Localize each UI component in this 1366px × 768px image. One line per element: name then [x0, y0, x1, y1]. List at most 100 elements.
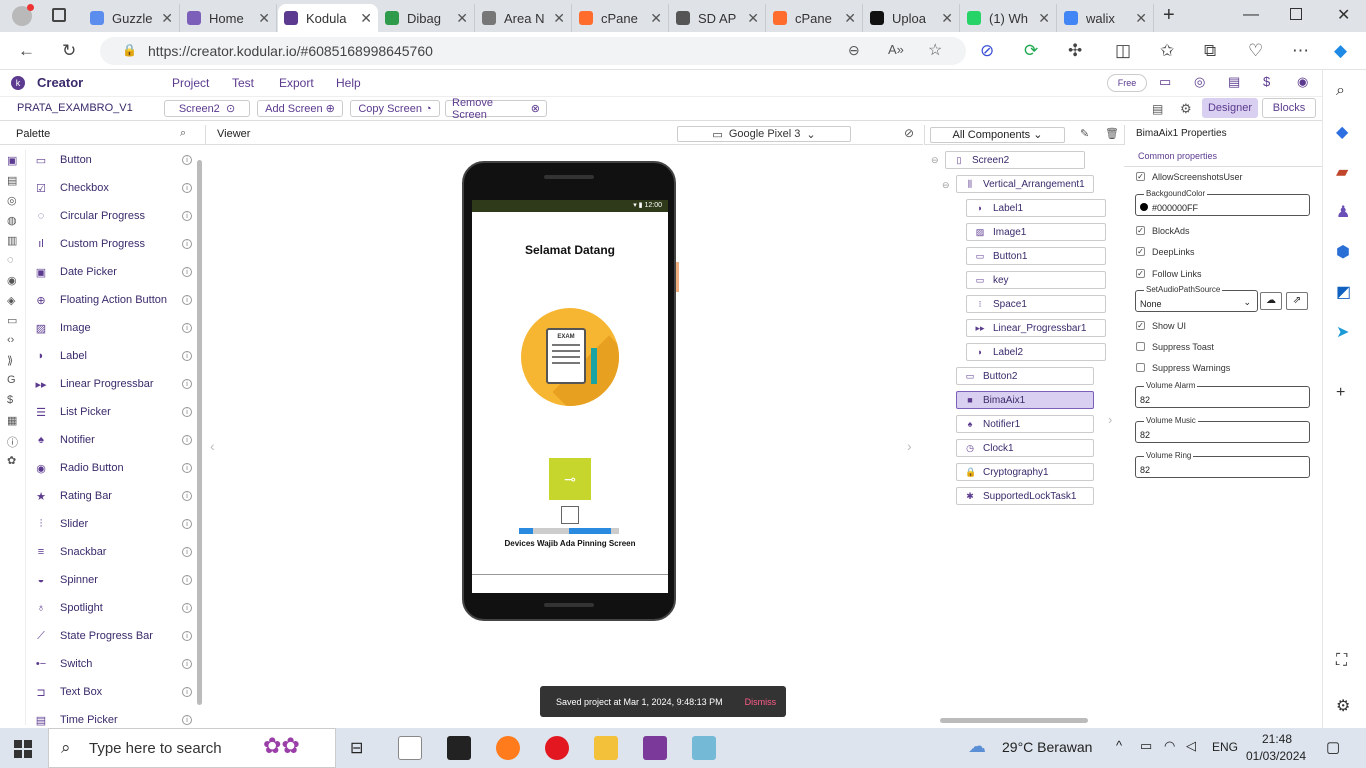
- favorite-icon[interactable]: ☆: [928, 40, 942, 60]
- category-icon[interactable]: ◎: [7, 194, 17, 207]
- lock-icon[interactable]: 🔒: [122, 43, 137, 57]
- docs-icon[interactable]: ▤: [1228, 74, 1240, 90]
- info-icon[interactable]: i: [182, 687, 192, 697]
- block-ads-checkbox[interactable]: ✓: [1136, 226, 1145, 235]
- terminal-icon[interactable]: [447, 736, 471, 760]
- browser-tab[interactable]: Uploa ✕: [864, 4, 960, 32]
- info-icon[interactable]: i: [182, 491, 192, 501]
- show-ui-checkbox[interactable]: ✓: [1136, 321, 1145, 330]
- category-icon[interactable]: ▤: [7, 174, 17, 187]
- suppress-warnings-checkbox[interactable]: [1136, 363, 1145, 372]
- component-tree-item[interactable]: ⫼ Vertical_Arrangement1: [956, 175, 1094, 193]
- info-icon[interactable]: i: [182, 407, 192, 417]
- category-icon[interactable]: ◈: [7, 294, 15, 307]
- search-icon[interactable]: ⌕: [1336, 82, 1345, 100]
- palette-item[interactable]: ◗ Label i: [26, 342, 196, 370]
- component-tree-item[interactable]: ♠ Notifier1: [956, 415, 1094, 433]
- palette-item[interactable]: ▸▸ Linear Progressbar i: [26, 370, 196, 398]
- volume-music-field[interactable]: Volume Music 82: [1135, 416, 1310, 443]
- info-icon[interactable]: i: [182, 603, 192, 613]
- more-icon[interactable]: ⋯: [1292, 41, 1309, 61]
- favorites-icon[interactable]: ✩: [1160, 41, 1174, 61]
- screen-select[interactable]: Screen2 ⊙: [164, 100, 250, 117]
- designer-tab[interactable]: Designer: [1202, 98, 1258, 118]
- category-icon[interactable]: ‹›: [7, 334, 14, 346]
- components-next-icon[interactable]: ›: [1108, 412, 1112, 427]
- palette-item[interactable]: ⊐ Text Box i: [26, 678, 196, 706]
- network-icon[interactable]: ▭: [1140, 738, 1152, 754]
- follow-links-checkbox[interactable]: ✓: [1136, 269, 1145, 278]
- category-icon[interactable]: ⟫: [7, 354, 13, 367]
- palette-item[interactable]: ♠ Notifier i: [26, 426, 196, 454]
- palette-scrollbar[interactable]: [197, 160, 202, 705]
- zoom-icon[interactable]: ⊖: [848, 42, 860, 59]
- firefox-icon[interactable]: [496, 736, 520, 760]
- key-button[interactable]: ⊸: [549, 458, 591, 500]
- info-icon[interactable]: i: [182, 659, 192, 669]
- search-icon[interactable]: ⌕: [180, 127, 186, 140]
- category-icon[interactable]: ◌: [7, 254, 14, 266]
- screenshot-icon[interactable]: ⛶: [1336, 652, 1347, 670]
- menu-project[interactable]: Project: [172, 76, 209, 90]
- palette-item[interactable]: ♁ Spotlight i: [26, 594, 196, 622]
- close-tab-icon[interactable]: ✕: [456, 10, 468, 27]
- account-icon[interactable]: ◉: [1297, 74, 1308, 90]
- copy-screen-button[interactable]: Copy Screen ◔: [350, 100, 440, 117]
- info-icon[interactable]: i: [182, 575, 192, 585]
- extension-link-icon[interactable]: ⊘: [980, 41, 994, 61]
- tools-icon[interactable]: ▰: [1336, 162, 1348, 182]
- browser-tab[interactable]: Home ✕: [181, 4, 277, 32]
- palette-item[interactable]: ◉ Radio Button i: [26, 454, 196, 482]
- shopping-icon[interactable]: ◆: [1336, 122, 1348, 142]
- palette-item[interactable]: ▣ Date Picker i: [26, 258, 196, 286]
- browser-tab[interactable]: cPane ✕: [767, 4, 863, 32]
- opera-icon[interactable]: [545, 736, 569, 760]
- browser-tab[interactable]: SD AP ✕: [670, 4, 766, 32]
- audio-path-select[interactable]: SetAudioPathSource None ⌄: [1135, 285, 1258, 312]
- copilot-icon[interactable]: ◆: [1334, 41, 1347, 61]
- dollar-icon[interactable]: $: [1263, 74, 1270, 89]
- info-icon[interactable]: i: [182, 323, 192, 333]
- browser-tab[interactable]: Area N ✕: [476, 4, 572, 32]
- component-tree-item[interactable]: ◗ Label2: [966, 343, 1106, 361]
- component-tree-item[interactable]: ◷ Clock1: [956, 439, 1094, 457]
- category-icon[interactable]: ▣: [7, 154, 17, 167]
- notepad-icon[interactable]: [398, 736, 422, 760]
- info-icon[interactable]: i: [182, 463, 192, 473]
- clock-time[interactable]: 21:48: [1262, 732, 1292, 746]
- winrar-icon[interactable]: [643, 736, 667, 760]
- settings-icon[interactable]: ⚙: [1180, 101, 1192, 117]
- extensions-icon[interactable]: ✣: [1068, 41, 1082, 61]
- open-asset-button[interactable]: ⇗: [1286, 292, 1308, 310]
- component-tree-item[interactable]: ◗ Label1: [966, 199, 1106, 217]
- info-icon[interactable]: i: [182, 295, 192, 305]
- performance-icon[interactable]: ♡: [1248, 41, 1263, 61]
- info-icon[interactable]: i: [182, 547, 192, 557]
- blocks-tab[interactable]: Blocks: [1262, 98, 1316, 118]
- rename-icon[interactable]: ✎: [1080, 127, 1089, 140]
- browser-tab[interactable]: Kodula ✕: [278, 4, 378, 32]
- tray-chevron-icon[interactable]: ^: [1116, 738, 1122, 753]
- close-tab-icon[interactable]: ✕: [553, 10, 565, 27]
- category-icon[interactable]: G: [7, 374, 16, 386]
- tab-actions-icon[interactable]: [52, 8, 66, 22]
- outlook-icon[interactable]: ◩: [1336, 282, 1351, 302]
- deep-links-checkbox[interactable]: ✓: [1136, 247, 1145, 256]
- remove-screen-button[interactable]: Remove Screen ⊗: [445, 97, 547, 121]
- extension-sync-icon[interactable]: ⟳: [1024, 41, 1038, 61]
- language-indicator[interactable]: ENG: [1212, 740, 1238, 754]
- back-icon[interactable]: ←: [18, 41, 35, 61]
- collapse-arrangement-icon[interactable]: ⊖: [942, 180, 950, 191]
- collections-icon[interactable]: ⧉: [1204, 41, 1216, 61]
- task-view-icon[interactable]: ⊟: [350, 738, 363, 758]
- windows-start-icon[interactable]: [14, 740, 32, 758]
- category-icon[interactable]: ◍: [7, 214, 17, 227]
- palette-item[interactable]: •− Switch i: [26, 650, 196, 678]
- app-icon[interactable]: [692, 736, 716, 760]
- profile-avatar[interactable]: [12, 4, 34, 26]
- menu-help[interactable]: Help: [336, 76, 361, 90]
- palette-item[interactable]: ⟋ State Progress Bar i: [26, 622, 196, 650]
- palette-item[interactable]: ▨ Image i: [26, 314, 196, 342]
- close-tab-icon[interactable]: ✕: [844, 10, 856, 27]
- browser-tab[interactable]: Dibag ✕: [379, 4, 475, 32]
